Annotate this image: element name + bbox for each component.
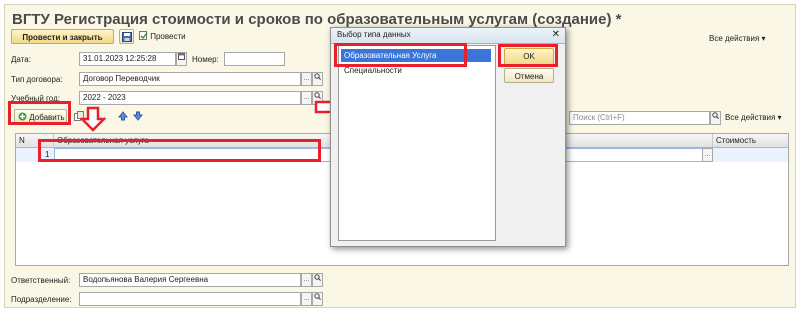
department-label: Подразделение: xyxy=(11,295,72,304)
ellipsis-icon: ... xyxy=(704,151,711,158)
dialog-titlebar: Выбор типа данных ✕ xyxy=(331,28,565,44)
calendar-button[interactable] xyxy=(176,52,187,66)
number-field[interactable] xyxy=(224,52,285,66)
cost-cell[interactable] xyxy=(713,148,788,162)
department-open-button[interactable] xyxy=(312,292,323,306)
move-up-button[interactable] xyxy=(117,111,129,123)
save-button[interactable] xyxy=(119,29,134,44)
dialog-title: Выбор типа данных xyxy=(337,30,411,39)
responsible-label: Ответственный: xyxy=(11,276,71,285)
number-label: Номер: xyxy=(192,55,219,64)
department-field[interactable] xyxy=(79,292,301,306)
ellipsis-icon: ... xyxy=(303,295,310,302)
post-button[interactable]: Провести xyxy=(139,31,186,41)
red-down-arrow-icon xyxy=(80,106,106,132)
service-cell-highlight xyxy=(38,139,321,162)
cancel-button[interactable]: Отмена xyxy=(504,68,554,83)
responsible-open-button[interactable] xyxy=(312,273,323,287)
add-button-highlight xyxy=(8,101,71,125)
academic-year-select-button[interactable]: ... xyxy=(301,91,312,105)
date-label: Дата: xyxy=(11,55,31,64)
magnifier-icon xyxy=(314,274,321,281)
arrow-down-icon xyxy=(132,111,144,121)
calendar-icon xyxy=(178,53,185,60)
department-select-button[interactable]: ... xyxy=(301,292,312,306)
selected-item-highlight xyxy=(334,43,467,67)
magnifier-icon xyxy=(712,112,719,119)
responsible-select-button[interactable]: ... xyxy=(301,273,312,287)
data-type-list[interactable]: Образовательная Услуга Специальности xyxy=(338,45,496,241)
magnifier-icon xyxy=(314,73,321,80)
post-button-label: Провести xyxy=(150,32,186,41)
ellipsis-icon: ... xyxy=(303,276,310,283)
search-button[interactable] xyxy=(710,111,721,125)
contract-type-field[interactable]: Договор Переводчик xyxy=(79,72,301,86)
ellipsis-icon: ... xyxy=(303,94,310,101)
form-title: ВГТУ Регистрация стоимости и сроков по о… xyxy=(12,11,622,28)
table-all-actions-menu[interactable]: Все действия ▾ xyxy=(725,113,782,122)
ok-button-highlight xyxy=(498,44,558,67)
academic-year-field[interactable]: 2022 - 2023 xyxy=(79,91,301,105)
arrow-up-icon xyxy=(117,111,129,121)
contract-type-label: Тип договора: xyxy=(11,75,63,84)
responsible-field[interactable]: Водопьянова Валерия Сергеевна xyxy=(79,273,301,287)
floppy-disk-icon xyxy=(121,32,132,42)
move-down-button[interactable] xyxy=(132,111,144,123)
contract-type-select-button[interactable]: ... xyxy=(301,72,312,86)
service-select-button[interactable]: ... xyxy=(702,148,713,162)
post-document-icon xyxy=(139,31,148,40)
ellipsis-icon: ... xyxy=(303,75,310,82)
post-and-close-button[interactable]: Провести и закрыть xyxy=(11,29,114,44)
column-cost[interactable]: Стоимость xyxy=(713,134,788,147)
date-field[interactable]: 31.01.2023 12:25:28 xyxy=(79,52,176,66)
close-icon[interactable]: ✕ xyxy=(552,29,560,40)
search-input[interactable]: Поиск (Ctrl+F) xyxy=(569,111,710,125)
all-actions-menu[interactable]: Все действия ▾ xyxy=(709,34,766,43)
contract-type-open-button[interactable] xyxy=(312,72,323,86)
magnifier-icon xyxy=(314,293,321,300)
